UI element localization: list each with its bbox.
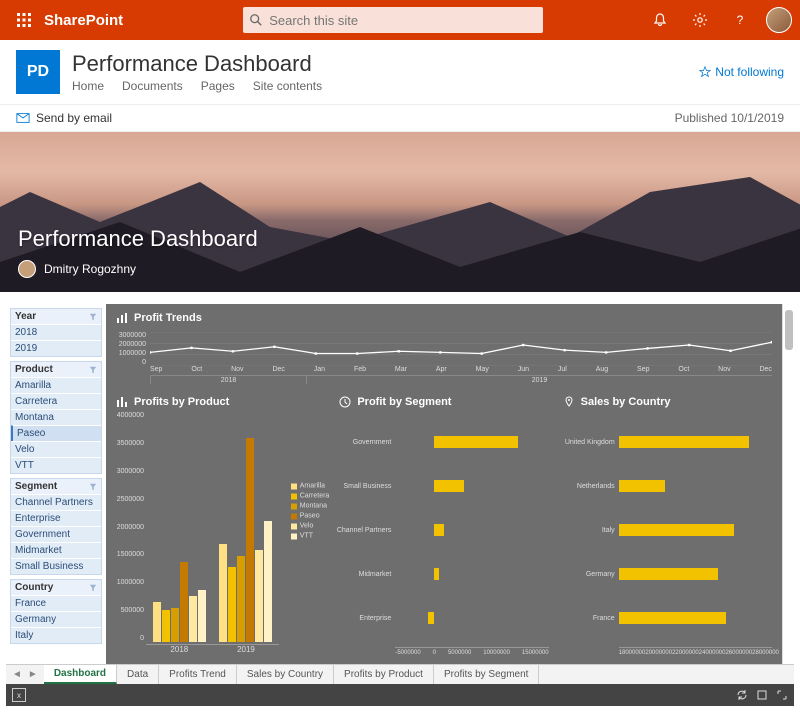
svg-text:?: ? — [737, 13, 744, 27]
command-bar: Send by email Published 10/1/2019 — [0, 105, 800, 132]
site-logo[interactable]: PD — [16, 50, 60, 94]
chart-icon — [116, 312, 128, 324]
excel-icon[interactable]: x — [12, 688, 26, 702]
page-hero: Performance Dashboard Dmitry Rogozhny — [0, 132, 800, 292]
help-icon: ? — [732, 12, 748, 28]
notifications-button[interactable] — [646, 6, 674, 34]
send-by-email-label: Send by email — [36, 111, 112, 125]
nav-pages[interactable]: Pages — [201, 79, 235, 93]
slicer-item[interactable]: Montana — [11, 409, 101, 425]
panel-title-trends: Profit Trends — [134, 312, 202, 324]
bell-icon — [652, 12, 668, 28]
filter-icon — [89, 366, 97, 374]
clock-icon — [339, 396, 351, 408]
nav-home[interactable]: Home — [72, 79, 104, 93]
slicer-item[interactable]: Velo — [11, 441, 101, 457]
user-avatar[interactable] — [766, 7, 792, 33]
search-icon — [249, 13, 263, 27]
settings-button[interactable] — [686, 6, 714, 34]
slicer-country-label: Country — [15, 582, 53, 593]
slicer-item[interactable]: France — [11, 595, 101, 611]
slicer-item[interactable]: Carretera — [11, 393, 101, 409]
panel-title-country: Sales by Country — [581, 396, 671, 408]
page-author: Dmitry Rogozhny — [18, 260, 258, 278]
panel-title-segment: Profit by Segment — [357, 396, 451, 408]
slicer-item[interactable]: 2019 — [11, 340, 101, 356]
suite-bar: SharePoint ? — [0, 0, 800, 40]
slicer-item[interactable]: Small Business — [11, 558, 101, 574]
sheet-tab[interactable]: Profits Trend — [159, 665, 237, 684]
slicer-segment-label: Segment — [15, 481, 57, 492]
slicer-item[interactable]: 2018 — [11, 324, 101, 340]
published-date: Published 10/1/2019 — [675, 111, 784, 125]
search-box[interactable] — [243, 7, 543, 33]
fullscreen-icon[interactable] — [776, 689, 788, 701]
slicer-product-label: Product — [15, 364, 53, 375]
sheet-tab[interactable]: Profits by Segment — [434, 665, 539, 684]
charts-area: Profit Trends 3000000200000010000000 Sep… — [106, 304, 794, 664]
sheet-tab[interactable]: Sales by Country — [237, 665, 334, 684]
slicer-year-label: Year — [15, 311, 36, 322]
slicer-item[interactable]: Enterprise — [11, 510, 101, 526]
app-launcher-button[interactable] — [8, 4, 40, 36]
panel-title-product: Profits by Product — [134, 396, 229, 408]
gear-icon — [692, 12, 708, 28]
follow-button[interactable]: Not following — [699, 65, 784, 79]
page-title: Performance Dashboard — [18, 226, 258, 252]
nav-site-contents[interactable]: Site contents — [253, 79, 322, 93]
slicer-item[interactable]: Channel Partners — [11, 494, 101, 510]
filter-icon — [89, 584, 97, 592]
chart-icon — [116, 396, 128, 408]
embed-vertical-scrollbar[interactable] — [782, 304, 794, 664]
slicer-country[interactable]: Country FranceGermanyItaly — [10, 579, 102, 644]
panel-sales-by-country[interactable]: Sales by Country United KingdomNetherlan… — [557, 392, 776, 660]
mail-icon — [16, 112, 30, 124]
suite-brand[interactable]: SharePoint — [44, 12, 123, 29]
filter-icon — [89, 313, 97, 321]
site-nav: Home Documents Pages Site contents — [72, 79, 322, 93]
site-header: PD Performance Dashboard Home Documents … — [0, 40, 800, 105]
slicer-item[interactable]: Italy — [11, 627, 101, 643]
refresh-icon[interactable] — [736, 689, 748, 701]
slicer-segment[interactable]: Segment Channel PartnersEnterpriseGovern… — [10, 478, 102, 575]
info-icon[interactable] — [756, 689, 768, 701]
panel-profit-by-segment[interactable]: Profit by Segment GovernmentSmall Busine… — [333, 392, 552, 660]
send-by-email-button[interactable]: Send by email — [16, 111, 112, 125]
search-input[interactable] — [269, 13, 537, 28]
follow-label: Not following — [715, 65, 784, 79]
slicer-item[interactable]: Germany — [11, 611, 101, 627]
slicer-item[interactable]: VTT — [11, 457, 101, 473]
help-button[interactable]: ? — [726, 6, 754, 34]
slicer-year[interactable]: Year 20182019 — [10, 308, 102, 357]
sheet-tab[interactable]: Data — [117, 665, 159, 684]
slicer-item[interactable]: Paseo — [11, 425, 101, 441]
star-icon — [699, 66, 711, 78]
nav-documents[interactable]: Documents — [122, 79, 183, 93]
slicer-panel: Year 20182019 Product AmarillaCarreteraM… — [6, 304, 106, 664]
sheet-nav-arrows[interactable]: ◄► — [6, 665, 44, 684]
slicer-item[interactable]: Amarilla — [11, 377, 101, 393]
author-name: Dmitry Rogozhny — [44, 262, 136, 276]
slicer-item[interactable]: Midmarket — [11, 542, 101, 558]
panel-profits-by-product[interactable]: Profits by Product 400000035000003000000… — [110, 392, 329, 660]
sheet-tab[interactable]: Profits by Product — [334, 665, 434, 684]
slicer-item[interactable]: Government — [11, 526, 101, 542]
excel-status-bar: x — [6, 684, 794, 706]
slicer-product[interactable]: Product AmarillaCarreteraMontanaPaseoVel… — [10, 361, 102, 474]
filter-icon — [89, 483, 97, 491]
author-avatar — [18, 260, 36, 278]
sheet-tab[interactable]: Dashboard — [44, 665, 117, 684]
sheet-tab-bar: ◄► DashboardDataProfits TrendSales by Co… — [6, 664, 794, 684]
pin-icon — [563, 396, 575, 408]
excel-embed: Year 20182019 Product AmarillaCarreteraM… — [6, 304, 794, 706]
panel-profit-trends[interactable]: Profit Trends 3000000200000010000000 Sep… — [110, 308, 776, 388]
site-title[interactable]: Performance Dashboard — [72, 51, 322, 77]
